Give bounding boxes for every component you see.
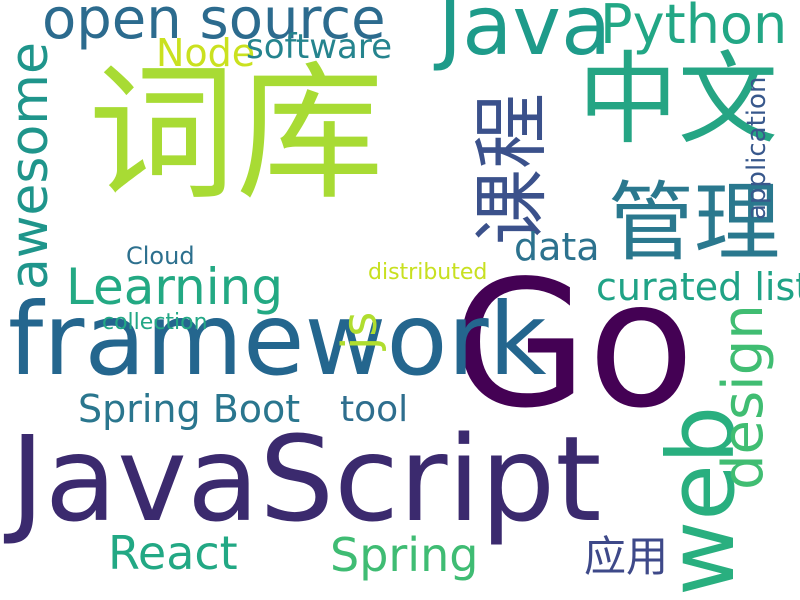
word-react: React <box>108 526 238 580</box>
word-cloud-text: Cloud <box>126 242 195 270</box>
word-ciku: 词库 <box>88 48 384 220</box>
word-curated-list: curated list <box>596 265 800 309</box>
word-design: design <box>711 304 776 490</box>
word-python: Python <box>600 0 788 56</box>
word-js: js <box>332 311 388 350</box>
word-yingyong: 应用 <box>584 532 669 581</box>
word-spring-boot: Spring Boot <box>78 387 301 431</box>
word-spring: Spring <box>330 528 479 582</box>
word-kecheng: 课程 <box>467 93 556 245</box>
word-application: application <box>742 76 772 220</box>
word-javascript: JavaScript <box>10 410 602 548</box>
word-node: Node <box>156 31 256 75</box>
word-cloud: Go JavaScript 词库 framework Java 中文 open … <box>0 0 800 600</box>
word-distributed: distributed <box>368 260 488 285</box>
word-collection: collection <box>102 310 208 335</box>
word-data: data <box>514 225 600 269</box>
word-tool: tool <box>340 389 409 430</box>
word-awesome: awesome <box>0 42 60 290</box>
word-software: software <box>246 27 393 67</box>
